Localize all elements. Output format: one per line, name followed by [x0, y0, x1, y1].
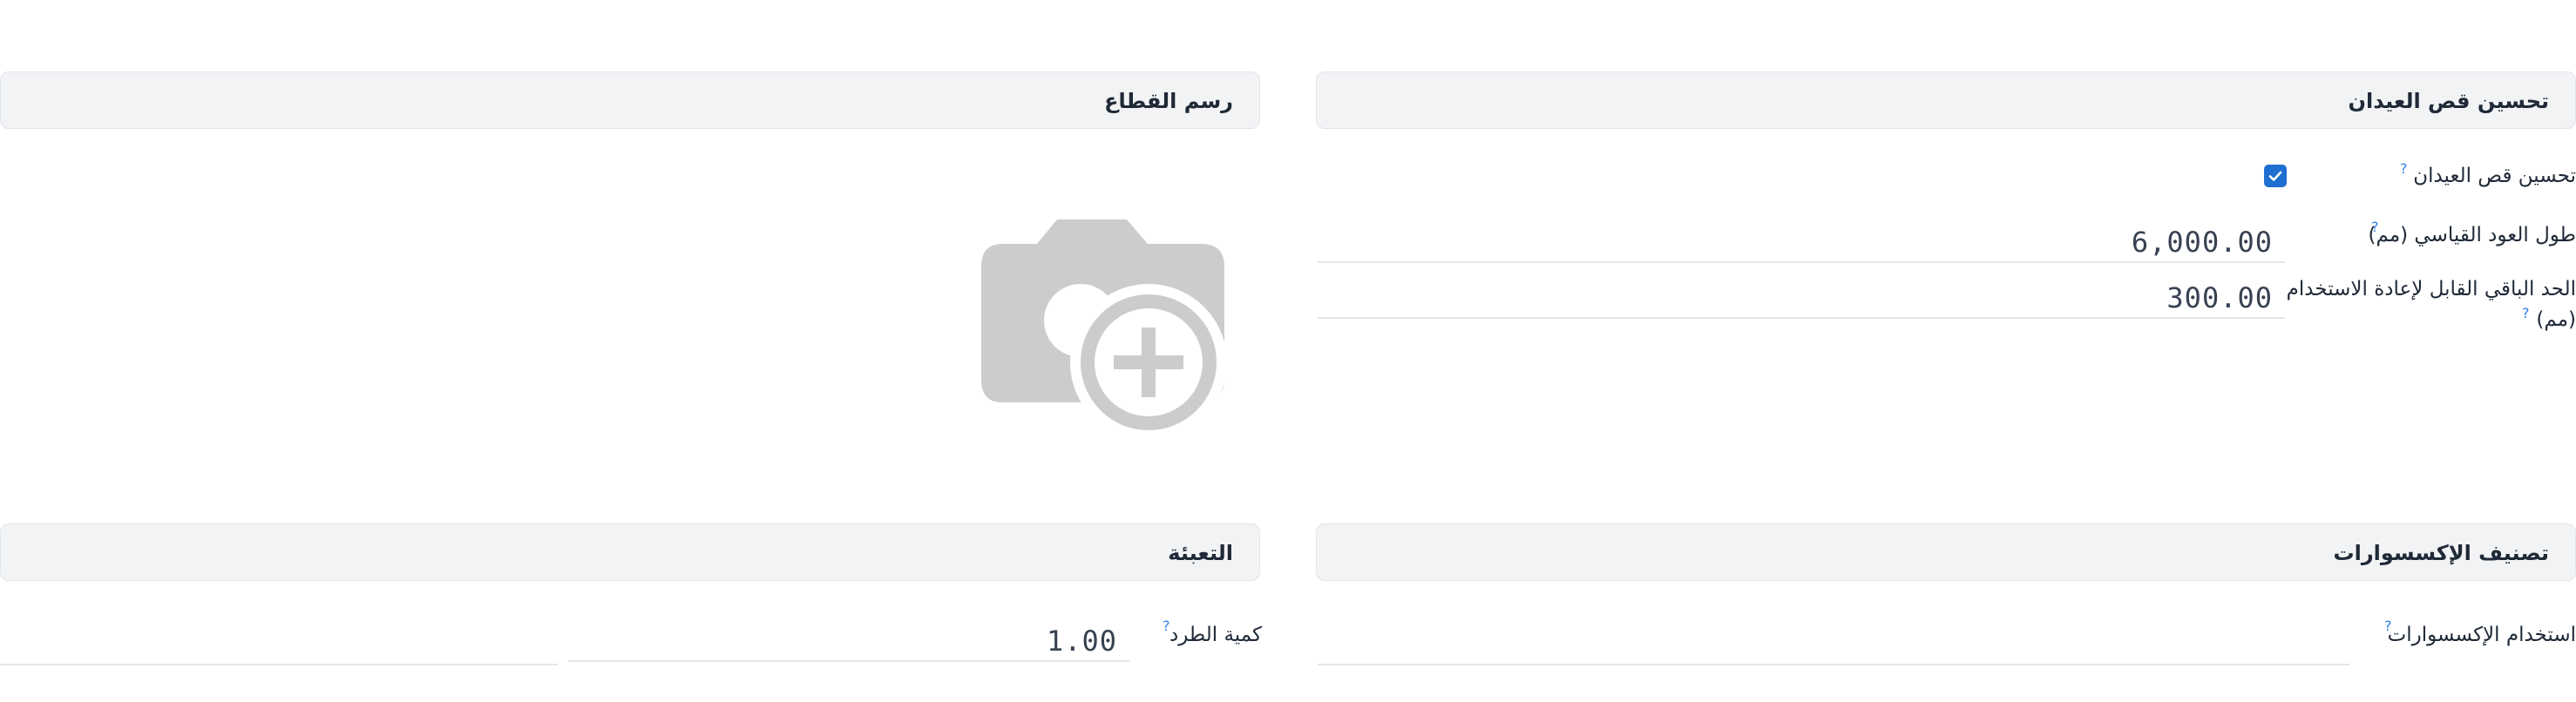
- bar-optimization-title: تحسين قص العيدان: [2348, 89, 2549, 113]
- accessory-classification-header: تصنيف الإكسسوارات: [1316, 523, 2576, 581]
- packaging-title: التعبئة: [1168, 541, 1233, 565]
- standard-bar-length-value: 6,000.00: [2131, 226, 2273, 259]
- packaging-header: التعبئة: [0, 523, 1260, 581]
- standard-bar-length-label: طول العود القياسي (مم): [2368, 224, 2576, 246]
- bar-optimization-header: تحسين قص العيدان: [1316, 71, 2576, 129]
- section-drawing-title: رسم القطاع: [1104, 89, 1233, 113]
- camera-plus-icon: [981, 219, 1224, 430]
- package-quantity-help-icon[interactable]: ?: [1163, 619, 1170, 633]
- accessory-usage-label: استخدام الإكسسوارات: [2387, 624, 2576, 646]
- min-reusable-remnant-help-icon[interactable]: ?: [2522, 307, 2530, 321]
- optimize-bars-help-icon[interactable]: ?: [2400, 162, 2408, 176]
- standard-bar-length-help-icon[interactable]: ?: [2371, 220, 2379, 234]
- optimize-bars-label: تحسين قص العيدان: [2413, 165, 2576, 187]
- package-quantity-value: 1.00: [1046, 624, 1117, 658]
- accessory-usage-input[interactable]: [1318, 625, 2349, 665]
- min-reusable-remnant-label-line1: الحد الباقي القابل لإعادة الاستخدام: [2286, 278, 2576, 300]
- optimize-bars-checkbox[interactable]: [2264, 165, 2287, 187]
- package-quantity-input[interactable]: 1.00: [568, 622, 1129, 662]
- section-drawing-header: رسم القطاع: [0, 71, 1260, 129]
- check-icon: [2268, 171, 2282, 181]
- accessory-usage-help-icon[interactable]: ?: [2384, 619, 2392, 633]
- accessory-classification-title: تصنيف الإكسسوارات: [2333, 541, 2549, 565]
- package-extra-field[interactable]: [0, 625, 558, 665]
- min-reusable-remnant-input[interactable]: 300.00: [1318, 279, 2285, 319]
- package-quantity-label: كمية الطرد: [1169, 624, 1262, 646]
- min-reusable-remnant-label-line2: (مم): [2536, 308, 2576, 331]
- standard-bar-length-input[interactable]: 6,000.00: [1318, 223, 2285, 263]
- min-reusable-remnant-value: 300.00: [2166, 281, 2273, 314]
- section-drawing-image-upload[interactable]: [976, 214, 1229, 442]
